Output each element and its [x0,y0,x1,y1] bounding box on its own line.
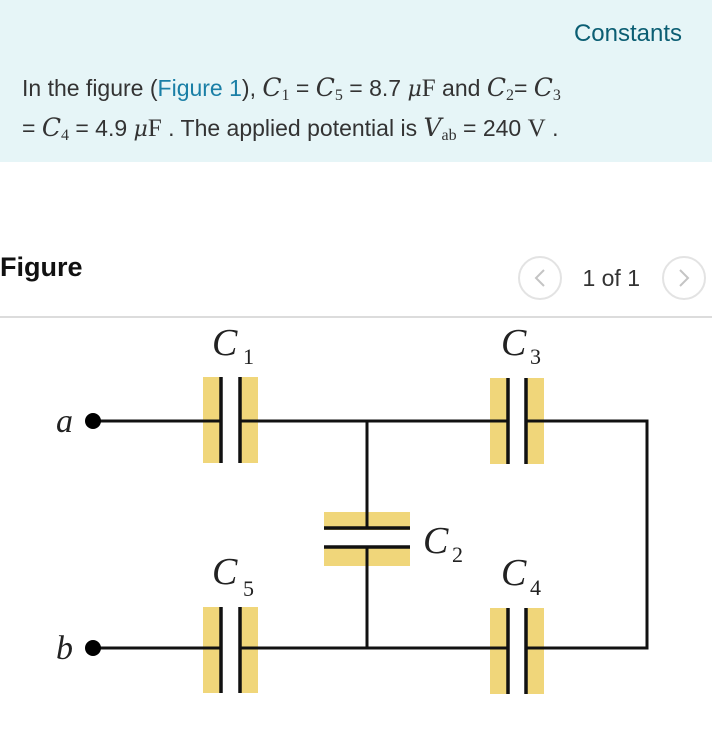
problem-intro-panel: Constants In the figure (Figure 1), C1 =… [0,0,712,162]
constants-link[interactable]: Constants [574,20,682,48]
problem-text: . [545,115,559,141]
problem-text: In the figure ( [22,75,158,101]
c3-label: C [501,322,527,364]
circuit-diagram: a b C 1 C 3 C 2 C 4 C 5 [56,322,649,694]
unit-farad: F [421,75,436,102]
problem-text: . The applied potential is [161,115,424,141]
var-c2: C2 [486,73,514,104]
pager-count: 1 of 1 [582,264,640,291]
capacitor-plates [219,377,528,694]
c4-label-sub: 4 [530,575,541,600]
problem-text: = 8.7 [342,75,408,101]
var-vab: Vab [423,113,457,144]
var-c3: C3 [533,73,561,104]
plate-highlights [203,377,544,694]
problem-text: = [289,75,316,101]
figure-title: Figure [0,252,83,282]
c3-label-sub: 3 [530,344,541,369]
c5-label: C [212,551,238,593]
chevron-right-icon [679,269,690,287]
c4-label: C [501,552,527,594]
terminal-a-label: a [56,403,73,440]
wires [93,419,649,650]
c2-label: C [423,520,449,562]
figure-pager: 1 of 1 [518,256,706,300]
c4-highlight-right [526,608,544,694]
problem-text: and [435,75,487,101]
unit-mu: μ [407,77,422,102]
prev-figure-button[interactable] [518,256,563,300]
problem-text: = 4.9 [68,115,134,141]
terminal-b-label: b [56,630,73,667]
wire-right-loop [526,419,649,650]
c1-label: C [212,322,238,364]
next-figure-button[interactable] [662,256,706,300]
problem-text: = [513,75,534,101]
problem-text: ), [241,75,263,101]
unit-mu: μ [133,117,148,142]
terminal-a-dot [85,413,101,429]
unit-volt: V [527,115,546,142]
problem-text: = 240 [456,115,528,141]
c1-label-sub: 1 [243,344,254,369]
var-c5: C5 [315,73,343,104]
problem-statement: In the figure (Figure 1), C1 = C5 = 8.7 … [22,72,702,152]
problem-text: = [22,115,42,141]
c5-highlight-left [203,607,221,693]
c5-highlight-right [240,607,258,693]
unit-farad: F [147,115,162,142]
chevron-left-icon [535,269,546,287]
c5-label-sub: 5 [243,576,254,601]
c4-highlight-left [490,608,508,694]
c2-label-sub: 2 [452,542,463,567]
var-c1: C1 [262,73,290,104]
var-c4: C4 [41,113,69,144]
terminal-b-dot [85,640,101,656]
figure-link[interactable]: Figure 1 [158,75,242,101]
